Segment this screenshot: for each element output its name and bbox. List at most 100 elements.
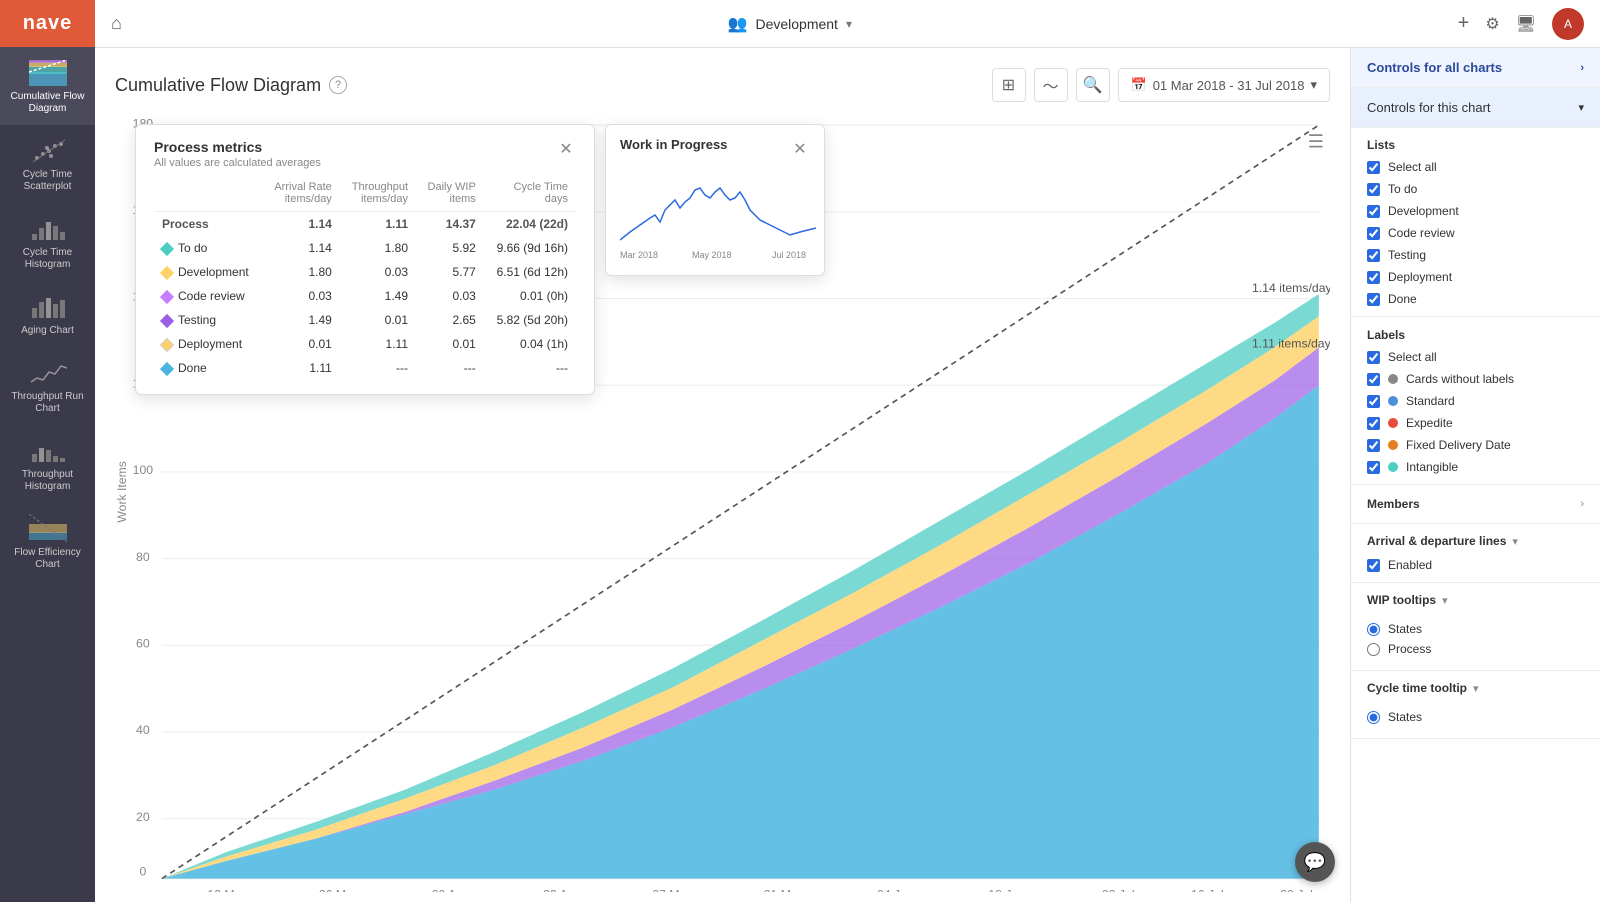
topbar: ⌂ 👥 Development ▾ + ⚙ 🖥 A [95, 0, 1600, 48]
sidebar-item-cts[interactable]: Cycle Time Scatterplot [0, 125, 95, 203]
lists-cr-checkbox[interactable] [1367, 227, 1380, 240]
cycle-states-label: States [1388, 710, 1422, 724]
lists-item-deployment[interactable]: Deployment [1351, 266, 1600, 288]
date-chevron: ▾ [1310, 77, 1317, 93]
lists-section: Lists Select all To do Development Code … [1351, 128, 1600, 317]
svg-text:1.11 items/day: 1.11 items/day [1252, 336, 1330, 350]
team-name[interactable]: Development [755, 16, 838, 32]
lists-done-checkbox[interactable] [1367, 293, 1380, 306]
wip-radio-process[interactable]: Process [1367, 639, 1584, 664]
svg-text:02 Jul: 02 Jul [1102, 888, 1135, 892]
app-logo[interactable]: nave [0, 0, 95, 47]
row-cycletime: 6.51 (6d 12h) [484, 260, 576, 284]
col-throughput: Throughputitems/day [340, 179, 416, 212]
right-panel: Controls for all charts › Controls for t… [1350, 48, 1600, 902]
sidebar-item-trc[interactable]: Throughput Run Chart [0, 347, 95, 425]
labels-expedite-checkbox[interactable] [1367, 417, 1380, 430]
sidebar-item-th[interactable]: Throughput Histogram [0, 425, 95, 503]
lists-item-testing[interactable]: Testing [1351, 244, 1600, 266]
arrival-enabled-checkbox[interactable] [1367, 559, 1380, 572]
add-icon[interactable]: + [1458, 12, 1470, 35]
chat-button[interactable]: 💬 [1295, 842, 1335, 882]
lists-select-all-checkbox[interactable] [1367, 161, 1380, 174]
lists-testing-label: Testing [1388, 248, 1426, 262]
lists-item-done[interactable]: Done [1351, 288, 1600, 316]
avatar[interactable]: A [1552, 8, 1584, 40]
controls-all-header[interactable]: Controls for all charts › [1351, 48, 1600, 87]
labels-item-intangible[interactable]: Intangible [1351, 456, 1600, 484]
row-arrival: 1.14 [262, 236, 339, 260]
members-section: Members › [1351, 485, 1600, 524]
labels-select-all-checkbox[interactable] [1367, 351, 1380, 364]
row-wip: 5.92 [416, 236, 484, 260]
svg-text:1.14 items/day: 1.14 items/day [1252, 281, 1330, 295]
arrival-section: Arrival & departure lines ▾ Enabled [1351, 524, 1600, 583]
labels-no-labels-checkbox[interactable] [1367, 373, 1380, 386]
labels-select-all[interactable]: Select all [1351, 346, 1600, 368]
grid-view-btn[interactable]: ⊞ [992, 68, 1026, 102]
row-wip: 5.77 [416, 260, 484, 284]
sidebar-item-fec[interactable]: Flow Efficiency Chart [0, 503, 95, 581]
table-row: To do 1.14 1.80 5.92 9.66 (9d 16h) [154, 236, 576, 260]
labels-item-standard[interactable]: Standard [1351, 390, 1600, 412]
controls-this-header[interactable]: Controls for this chart ▾ [1351, 88, 1600, 127]
home-icon[interactable]: ⌂ [111, 13, 122, 34]
date-range-btn[interactable]: 📅 01 Mar 2018 - 31 Jul 2018 ▾ [1118, 68, 1331, 102]
controls-this-label: Controls for this chart [1367, 100, 1491, 115]
labels-fixed-delivery-checkbox[interactable] [1367, 439, 1380, 452]
sidebar-label-th: Throughput Histogram [5, 469, 90, 493]
lists-item-code-review[interactable]: Code review [1351, 222, 1600, 244]
svg-text:☰: ☰ [1308, 131, 1324, 151]
cycle-radio-states[interactable]: States [1367, 707, 1584, 732]
cycle-radio-group: States [1351, 701, 1600, 738]
labels-item-no-labels[interactable]: Cards without labels [1351, 368, 1600, 390]
arrival-enabled[interactable]: Enabled [1351, 554, 1600, 582]
lists-item-todo[interactable]: To do [1351, 178, 1600, 200]
row-arrival: 0.01 [262, 332, 339, 356]
lists-select-all[interactable]: Select all [1351, 156, 1600, 178]
members-header[interactable]: Members › [1351, 485, 1600, 523]
arrival-chevron: ▾ [1512, 535, 1518, 548]
labels-select-all-label: Select all [1388, 350, 1437, 364]
wip-popup-close[interactable]: ✕ [790, 139, 810, 159]
wip-tooltips-header: WIP tooltips ▾ [1351, 583, 1600, 613]
wip-radio-states[interactable]: States [1367, 619, 1584, 639]
lists-dev-checkbox[interactable] [1367, 205, 1380, 218]
row-arrival: 1.14 [262, 212, 339, 237]
sidebar-item-cfd[interactable]: Cumulative Flow Diagram [0, 47, 95, 125]
svg-text:04 Jun: 04 Jun [877, 888, 914, 892]
controls-all-label: Controls for all charts [1367, 60, 1502, 75]
lists-todo-checkbox[interactable] [1367, 183, 1380, 196]
lists-testing-checkbox[interactable] [1367, 249, 1380, 262]
cth-icon [28, 213, 68, 243]
metrics-popup-close[interactable]: ✕ [556, 139, 576, 159]
row-cycletime: 9.66 (9d 16h) [484, 236, 576, 260]
wip-states-radio[interactable] [1367, 623, 1380, 636]
row-arrival: 0.03 [262, 284, 339, 308]
sidebar-item-cth[interactable]: Cycle Time Histogram [0, 203, 95, 281]
topbar-left: ⌂ [111, 13, 122, 34]
metrics-popup: Process metrics All values are calculate… [135, 124, 595, 395]
labels-standard-checkbox[interactable] [1367, 395, 1380, 408]
desktop-icon[interactable]: 🖥 [1516, 14, 1536, 34]
row-throughput: --- [340, 356, 416, 380]
lists-cr-label: Code review [1388, 226, 1455, 240]
labels-intangible-checkbox[interactable] [1367, 461, 1380, 474]
row-wip: 2.65 [416, 308, 484, 332]
lists-item-development[interactable]: Development [1351, 200, 1600, 222]
labels-item-fixed-delivery[interactable]: Fixed Delivery Date [1351, 434, 1600, 456]
lists-deployment-checkbox[interactable] [1367, 271, 1380, 284]
labels-item-expedite[interactable]: Expedite [1351, 412, 1600, 434]
sidebar-item-aging[interactable]: Aging Chart [0, 281, 95, 347]
settings-icon[interactable]: ⚙ [1485, 14, 1499, 34]
row-name: Development [154, 260, 262, 284]
labels-standard-label: Standard [1406, 394, 1455, 408]
info-icon[interactable]: ? [329, 76, 347, 94]
team-chevron[interactable]: ▾ [846, 17, 852, 31]
table-row: Code review 0.03 1.49 0.03 0.01 (0h) [154, 284, 576, 308]
search-btn[interactable]: 🔍 [1076, 68, 1110, 102]
wip-process-radio[interactable] [1367, 643, 1380, 656]
labels-expedite-label: Expedite [1406, 416, 1453, 430]
line-view-btn[interactable]: 〜 [1034, 68, 1068, 102]
cycle-states-radio[interactable] [1367, 711, 1380, 724]
